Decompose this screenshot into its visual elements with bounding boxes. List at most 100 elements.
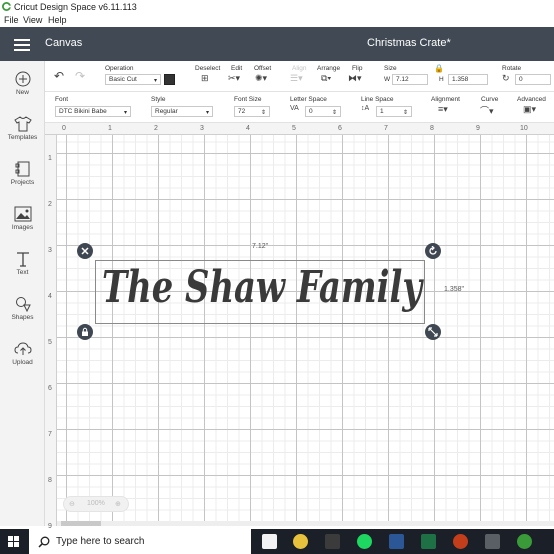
line-space-icon: ↕A <box>361 105 370 112</box>
width-label: W <box>384 76 391 83</box>
rotate-input[interactable]: 0 <box>515 74 551 85</box>
edit-scissors-icon[interactable]: ✂▾ <box>228 73 240 84</box>
height-dimension: 1.358" <box>444 286 465 293</box>
calendar-app-icon[interactable] <box>262 534 277 549</box>
line-space-input[interactable]: 1 ⇕ <box>376 106 412 117</box>
lock-icon <box>82 327 88 336</box>
width-dimension: 7.12" <box>252 243 269 250</box>
arrange-label: Arrange <box>317 65 341 72</box>
letter-space-input[interactable]: 0 ⇕ <box>305 106 341 117</box>
sidebar-item-upload[interactable]: Upload <box>0 341 45 366</box>
zoom-control: ⊖ 100% ⊕ <box>63 496 129 512</box>
chrome-icon[interactable] <box>293 534 308 549</box>
zoom-in-icon[interactable]: ⊕ <box>115 500 121 508</box>
left-sidebar: New Templates Projects Images Text Shape… <box>0 61 45 526</box>
rotate-handle[interactable] <box>425 243 441 259</box>
ruler-left-tick: 2 <box>48 201 52 208</box>
align-icon[interactable]: ☰▾ <box>290 73 303 84</box>
cricut-logo-icon <box>2 2 11 11</box>
style-select[interactable]: Regular ▾ <box>151 106 213 117</box>
sidebar-item-label: New <box>15 89 29 96</box>
hamburger-menu-icon[interactable] <box>14 39 30 51</box>
operation-color-swatch[interactable] <box>164 74 175 85</box>
flip-icon[interactable]: ⧓▾ <box>348 73 362 84</box>
ruler-top-tick: 10 <box>520 125 528 132</box>
horizontal-scrollbar[interactable] <box>57 521 554 526</box>
word-icon[interactable] <box>389 534 404 549</box>
font-select[interactable]: DTC Bikini Babe ▾ <box>55 106 131 117</box>
advanced-label: Advanced <box>517 96 546 103</box>
projects-icon <box>15 161 29 177</box>
menu-view[interactable]: View <box>23 15 42 25</box>
close-icon <box>81 247 89 255</box>
zoom-out-icon[interactable]: ⊖ <box>69 500 75 508</box>
taskbar-search[interactable]: Type here to search <box>29 529 251 554</box>
operation-label: Operation <box>105 65 134 72</box>
lock-handle[interactable] <box>77 324 93 340</box>
upload-icon <box>13 342 32 355</box>
sidebar-item-images[interactable]: Images <box>0 206 45 231</box>
ruler-top-tick: 2 <box>154 125 158 132</box>
sidebar-item-shapes[interactable]: Shapes <box>0 296 45 321</box>
curve-icon[interactable]: ⌒▾ <box>480 104 494 117</box>
shirt-icon <box>13 116 32 132</box>
vpn-icon[interactable] <box>485 534 500 549</box>
lock-icon[interactable]: 🔒 <box>434 64 444 73</box>
line-space-label: Line Space <box>361 96 394 103</box>
font-size-input[interactable]: 72 ⇕ <box>234 106 270 117</box>
edit-label: Edit <box>231 65 243 72</box>
project-name[interactable]: Christmas Crate* <box>367 37 451 49</box>
scrollbar-thumb[interactable] <box>61 521 101 526</box>
ruler-top: 0 1 2 3 4 5 6 7 8 9 10 <box>45 123 554 135</box>
rotate-icon: ↻ <box>502 73 510 83</box>
spotify-icon[interactable] <box>357 534 372 549</box>
operation-select[interactable]: Basic Cut ▾ <box>105 74 161 85</box>
menu-help[interactable]: Help <box>48 15 67 25</box>
zoom-level: 100% <box>87 500 105 507</box>
page-title: Canvas <box>45 37 83 49</box>
ruler-left-tick: 1 <box>48 155 52 162</box>
ruler-top-tick: 1 <box>108 125 112 132</box>
app-header: Canvas Christmas Crate* <box>0 27 554 61</box>
alignment-label: Alignment <box>431 96 460 103</box>
explorer-icon[interactable] <box>325 534 340 549</box>
powerpoint-icon[interactable] <box>453 534 468 549</box>
windows-taskbar: Type here to search <box>0 529 554 554</box>
sidebar-item-templates[interactable]: Templates <box>0 116 45 141</box>
offset-icon[interactable]: ✺▾ <box>255 73 267 84</box>
style-label: Style <box>151 96 166 103</box>
sidebar-item-new[interactable]: New <box>0 71 45 96</box>
cricut-taskbar-icon[interactable] <box>517 534 532 549</box>
sidebar-item-label: Projects <box>10 179 35 186</box>
canvas-text-object[interactable]: The Shaw Family <box>92 250 432 320</box>
ruler-top-tick: 4 <box>246 125 250 132</box>
text-toolbar: Font DTC Bikini Babe ▾ Style Regular ▾ Fon… <box>45 92 554 123</box>
ruler-top-tick: 8 <box>430 125 434 132</box>
sidebar-item-label: Images <box>11 224 34 231</box>
undo-icon[interactable]: ↶ <box>54 69 64 83</box>
alignment-icon[interactable]: ≡▾ <box>438 104 448 115</box>
sidebar-item-label: Shapes <box>11 314 34 321</box>
height-input[interactable]: 1.358 <box>448 74 488 85</box>
windows-start-icon[interactable] <box>8 536 19 547</box>
letter-space-label: Letter Space <box>290 96 327 103</box>
image-icon <box>14 206 31 222</box>
width-input[interactable]: 7.12 <box>392 74 428 85</box>
sidebar-item-text[interactable]: Text <box>0 251 45 276</box>
sidebar-item-label: Upload <box>12 359 33 366</box>
deselect-icon[interactable]: ⊞ <box>201 73 209 84</box>
arrange-icon[interactable]: ⧉▾ <box>321 73 331 84</box>
flip-label: Flip <box>352 65 363 72</box>
advanced-icon[interactable]: ▣▾ <box>523 104 536 115</box>
sidebar-item-projects[interactable]: Projects <box>0 161 45 186</box>
redo-icon[interactable]: ↷ <box>75 69 85 83</box>
design-canvas[interactable] <box>57 135 554 526</box>
height-label: H <box>439 76 444 83</box>
text-icon <box>16 252 29 267</box>
ruler-top-tick: 6 <box>338 125 342 132</box>
delete-handle[interactable] <box>77 243 93 259</box>
excel-icon[interactable] <box>421 534 436 549</box>
resize-handle[interactable] <box>425 324 441 340</box>
menu-file[interactable]: File <box>4 15 19 25</box>
ruler-top-tick: 3 <box>200 125 204 132</box>
